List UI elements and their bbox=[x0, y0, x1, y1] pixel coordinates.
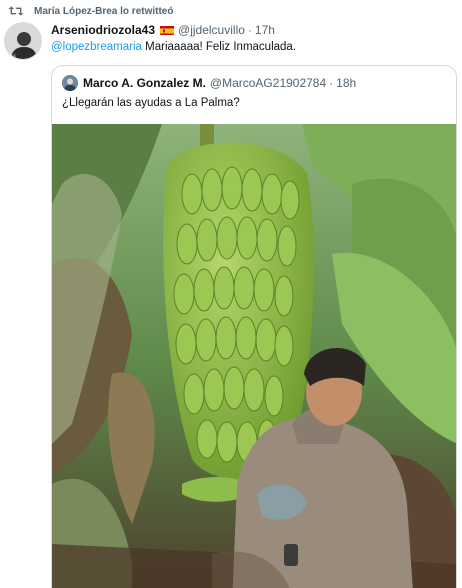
quoted-tweet-text: ¿Llegarán las ayudas a La Palma? bbox=[62, 97, 240, 109]
tweet-header: Arseniodriozola43 @jjdelcuvillo · 17h bbox=[51, 23, 275, 37]
author-handle[interactable]: @jjdelcuvillo bbox=[178, 23, 245, 37]
quoted-author-handle[interactable]: @MarcoAG21902784 bbox=[210, 76, 326, 90]
tweet-timestamp[interactable]: 17h bbox=[255, 23, 275, 37]
quoted-tweet-card[interactable]: Marco A. Gonzalez M. @MarcoAG21902784 · … bbox=[51, 65, 457, 588]
avatar-image bbox=[5, 23, 41, 59]
quoted-avatar[interactable] bbox=[62, 75, 78, 91]
photo-illustration bbox=[52, 124, 456, 588]
header-separator: · bbox=[247, 23, 252, 37]
retweet-context[interactable]: María López-Brea lo retwitteó bbox=[8, 3, 173, 19]
spain-flag-icon bbox=[160, 25, 175, 35]
quoted-tweet-header: Marco A. Gonzalez M. @MarcoAG21902784 · … bbox=[62, 75, 356, 91]
tweet-text: Mariaaaaa! Feliz Inmaculada. bbox=[141, 41, 297, 53]
quoted-header-separator: · bbox=[329, 76, 334, 90]
tweet-body: @lopezbreamaria Mariaaaaa! Feliz Inmacul… bbox=[51, 41, 296, 53]
quoted-author-name[interactable]: Marco A. Gonzalez M. bbox=[83, 76, 206, 90]
mention-link[interactable]: @lopezbreamaria bbox=[51, 41, 142, 53]
retweet-label: María López-Brea lo retwitteó bbox=[34, 5, 174, 17]
avatar[interactable] bbox=[4, 22, 42, 60]
banana-plantation-photo[interactable] bbox=[52, 124, 456, 588]
quoted-timestamp[interactable]: 18h bbox=[336, 76, 356, 90]
retweet-icon bbox=[8, 6, 24, 16]
author-name[interactable]: Arseniodriozola43 bbox=[51, 23, 155, 37]
